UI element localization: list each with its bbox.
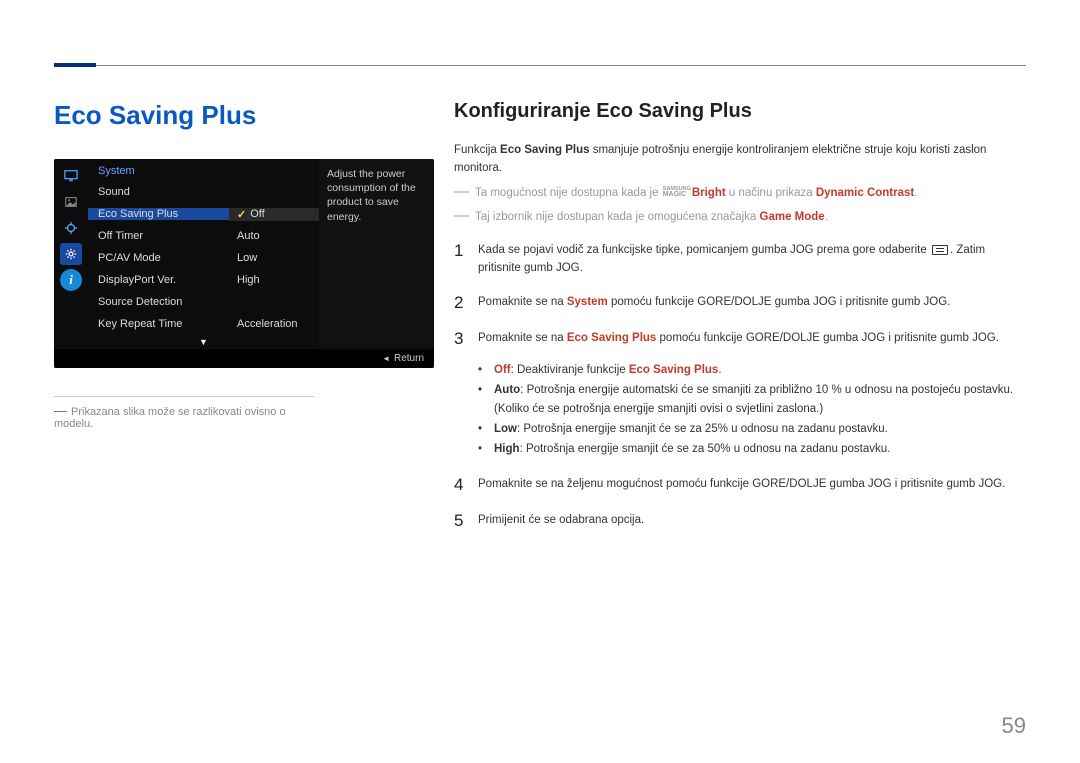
- osd-item: Sound: [88, 181, 319, 203]
- page-title-right: Konfiguriranje Eco Saving Plus: [454, 100, 1026, 123]
- osd-item: DisplayPort Ver.High: [88, 269, 319, 291]
- step-row: 3Pomaknite se na Eco Saving Plus pomoću …: [454, 329, 1026, 349]
- header-accent: [54, 63, 96, 67]
- picture-icon: [60, 191, 82, 213]
- info-icon: i: [60, 269, 82, 291]
- options-list: •Off: Deaktiviranje funkcije Eco Saving …: [478, 361, 1026, 459]
- step-row: 5Primijenit će se odabrana opcija.: [454, 511, 1026, 531]
- left-footnote: ―Prikazana slika može se razlikovati ovi…: [54, 396, 314, 430]
- samsung-magic-logo: SAMSUNGMAGIC: [663, 187, 691, 198]
- gear-icon: [60, 243, 82, 265]
- monitor-icon: [60, 165, 82, 187]
- header-rule: [54, 65, 1026, 66]
- osd-item: Source Detection: [88, 291, 319, 313]
- osd-item: Key Repeat TimeAcceleration: [88, 313, 319, 335]
- target-icon: [60, 217, 82, 239]
- osd-section-title: System: [88, 159, 319, 181]
- check-icon: ✓: [237, 208, 246, 221]
- nav-left-icon: ◄: [382, 354, 390, 363]
- step-row: 2Pomaknite se na System pomoću funkcije …: [454, 293, 1026, 313]
- step-row: 4Pomaknite se na željenu mogućnost pomoć…: [454, 475, 1026, 495]
- osd-icon-rail: i: [54, 159, 88, 349]
- step-row: 1Kada se pojavi vodič za funkcijske tipk…: [454, 241, 1026, 278]
- osd-screenshot: i System Sound Eco Saving Plus✓Off Off T…: [54, 159, 434, 368]
- chevron-down-icon: ▼: [88, 335, 319, 349]
- osd-item: Eco Saving Plus✓Off: [88, 203, 319, 225]
- osd-item: PC/AV ModeLow: [88, 247, 319, 269]
- osd-footer: ◄Return: [54, 349, 434, 368]
- menu-icon: [932, 245, 948, 255]
- osd-item: Off TimerAuto: [88, 225, 319, 247]
- page-title-left: Eco Saving Plus: [54, 100, 434, 131]
- intro-paragraph: Funkcija Eco Saving Plus smanjuje potroš…: [454, 141, 1026, 227]
- page-number: 59: [1002, 713, 1026, 739]
- osd-description: Adjust the power consumption of the prod…: [319, 159, 434, 349]
- osd-menu-list: System Sound Eco Saving Plus✓Off Off Tim…: [88, 159, 319, 349]
